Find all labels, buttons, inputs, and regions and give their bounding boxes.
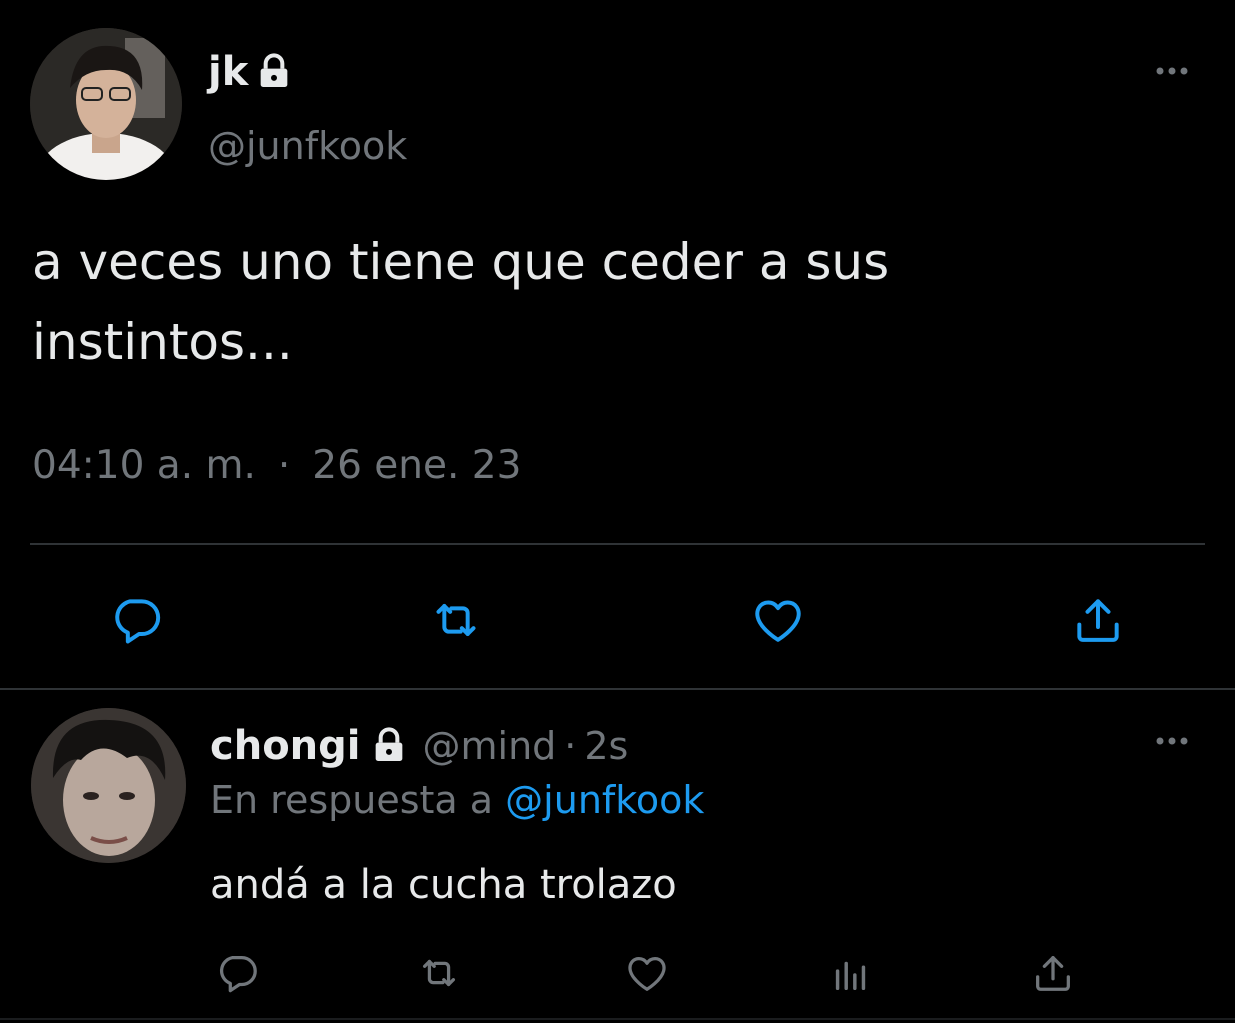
heart-icon[interactable] xyxy=(750,592,806,648)
replying-prefix: En respuesta a xyxy=(210,778,494,822)
divider xyxy=(0,1018,1235,1020)
reply-separator: · xyxy=(564,724,577,768)
avatar-image xyxy=(31,708,186,863)
reply-avatar[interactable] xyxy=(31,708,186,863)
tweet-text: a veces uno tiene que ceder a sus instin… xyxy=(32,233,890,371)
retweet-icon[interactable] xyxy=(416,950,462,996)
tweet-metadata: 04:10 a. m. · 26 ene. 23 xyxy=(32,440,521,492)
retweet-icon[interactable] xyxy=(428,592,484,648)
divider xyxy=(30,543,1205,545)
avatar-image xyxy=(30,28,182,180)
meta-separator: · xyxy=(277,443,291,488)
tweet-date[interactable]: 26 ene. 23 xyxy=(312,443,521,488)
reply-icon[interactable] xyxy=(108,592,164,648)
more-icon[interactable] xyxy=(1152,726,1192,756)
divider xyxy=(0,688,1235,690)
replying-to: En respuesta a @junfkook xyxy=(210,774,704,826)
reply-icon[interactable] xyxy=(214,950,260,996)
replying-mention[interactable]: @junfkook xyxy=(505,778,704,822)
share-icon[interactable] xyxy=(1030,950,1076,996)
avatar[interactable] xyxy=(30,28,182,180)
tweet-time[interactable]: 04:10 a. m. xyxy=(32,443,256,488)
author-name-row: jk xyxy=(208,46,294,98)
author-name[interactable]: jk xyxy=(208,46,248,98)
reply-author-handle[interactable]: @mind xyxy=(423,720,557,772)
heart-icon[interactable] xyxy=(624,950,670,996)
reply-text: andá a la cucha trolazo xyxy=(210,862,677,908)
views-icon[interactable] xyxy=(828,950,874,996)
share-icon[interactable] xyxy=(1070,592,1126,648)
reply-header: chongi @mind · 2s xyxy=(210,720,628,772)
reply-author-name[interactable]: chongi xyxy=(210,720,361,772)
more-icon[interactable] xyxy=(1152,56,1192,86)
lock-icon xyxy=(254,52,294,92)
reply-time[interactable]: 2s xyxy=(584,720,628,772)
author-handle[interactable]: @junfkook xyxy=(208,120,407,172)
lock-icon xyxy=(369,726,409,766)
